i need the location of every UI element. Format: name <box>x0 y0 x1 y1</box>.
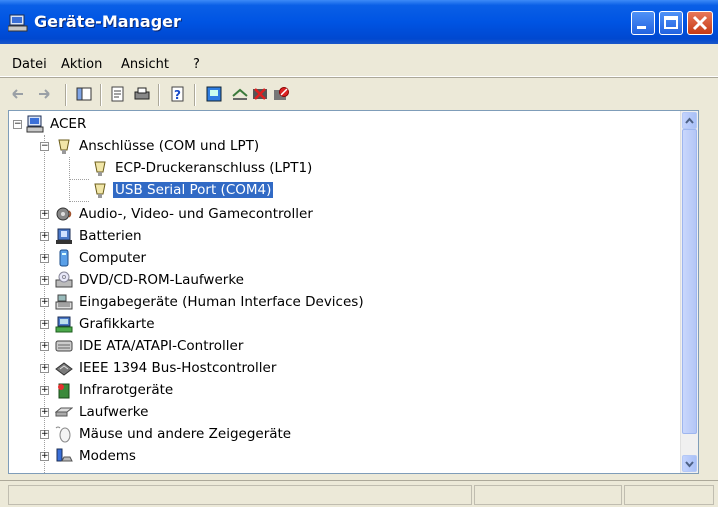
tree-item-label: Audio-, Video- und Gamecontroller <box>79 206 313 222</box>
expand-toggle[interactable]: + <box>40 209 49 219</box>
expand-toggle[interactable]: + <box>40 319 49 329</box>
menu-datei[interactable]: Datei <box>12 57 47 72</box>
vertical-scrollbar[interactable] <box>680 111 698 473</box>
scroll-down-button[interactable] <box>682 455 697 472</box>
forward-arrow-icon[interactable] <box>36 86 52 102</box>
scroll-thumb[interactable] <box>682 129 697 434</box>
tree-root-label: ACER <box>50 116 87 132</box>
tree-item-batterien[interactable]: + Batterien <box>40 225 144 247</box>
maximize-icon <box>664 16 678 29</box>
tree-item-label: Grafikkarte <box>79 316 155 332</box>
status-bar <box>0 480 718 507</box>
expand-toggle[interactable]: + <box>40 341 49 351</box>
scroll-up-button[interactable] <box>682 112 697 129</box>
audio-icon <box>56 207 72 221</box>
close-button[interactable] <box>687 11 713 35</box>
tree-item-label: DVD/CD-ROM-Laufwerke <box>79 272 244 288</box>
menu-help[interactable]: ? <box>193 57 200 72</box>
tree-item-maeuse[interactable]: + Mäuse und andere Zeigegeräte <box>40 423 293 445</box>
device-tree[interactable]: − ACER − Anschlüsse (COM und LPT) ECP-Dr… <box>8 110 699 474</box>
properties-icon[interactable] <box>110 86 126 102</box>
tree-item-label: USB Serial Port (COM4) <box>111 181 275 199</box>
tree-item-label: ECP-Druckeranschluss (LPT1) <box>115 160 313 176</box>
expand-toggle[interactable]: + <box>40 363 49 373</box>
tree-item-label: IEEE 1394 Bus-Hostcontroller <box>79 360 277 376</box>
tree-item-anschluesse[interactable]: − Anschlüsse (COM und LPT) <box>40 135 261 157</box>
disk-drive-icon <box>55 407 73 417</box>
close-icon <box>692 15 708 31</box>
scan-hardware-icon[interactable] <box>206 86 222 102</box>
status-pane-main <box>8 485 472 505</box>
tree-item-eingabegeraete[interactable]: + Eingabegeräte (Human Interface Devices… <box>40 291 366 313</box>
tree-item-infrarotgeraete[interactable]: + Infrarotgeräte <box>40 379 175 401</box>
expand-toggle[interactable]: + <box>40 385 49 395</box>
port-icon <box>58 139 70 154</box>
tree-item-label: Mäuse und andere Zeigegeräte <box>79 426 292 442</box>
maximize-button[interactable] <box>659 11 683 35</box>
expand-toggle[interactable]: + <box>40 275 49 285</box>
modem-icon <box>56 448 73 462</box>
minimize-button[interactable] <box>631 11 655 35</box>
infrared-icon <box>58 383 70 399</box>
back-arrow-icon[interactable] <box>10 86 26 102</box>
tree-item-audio[interactable]: + Audio-, Video- und Gamecontroller <box>40 203 315 225</box>
tree-item-label: Anschlüsse (COM und LPT) <box>79 138 260 154</box>
tree-item-ieee-1394[interactable]: + IEEE 1394 Bus-Hostcontroller <box>40 357 278 379</box>
tree-item-modems[interactable]: + Modems <box>40 445 138 467</box>
tree-item-computer[interactable]: + Computer <box>40 247 148 269</box>
tree-item-usb-serial-port[interactable]: USB Serial Port (COM4) <box>91 179 275 201</box>
chevron-up-icon <box>685 117 694 124</box>
tree-item-label: Infrarotgeräte <box>79 382 174 398</box>
display-adapter-icon <box>55 316 73 333</box>
console-tree-icon[interactable] <box>76 86 92 102</box>
menu-aktion[interactable]: Aktion <box>61 57 102 72</box>
expand-toggle[interactable]: + <box>40 253 49 263</box>
battery-icon <box>56 228 72 244</box>
tree-item-dvd-cd-rom[interactable]: + DVD/CD-ROM-Laufwerke <box>40 269 246 291</box>
computer-icon <box>26 115 44 133</box>
help-icon[interactable]: ? <box>170 86 186 102</box>
tree-item-label: Computer <box>79 250 147 266</box>
expand-toggle[interactable]: + <box>40 451 49 461</box>
status-pane-secondary <box>474 485 622 505</box>
tree-item-laufwerke[interactable]: + Laufwerke <box>40 401 150 423</box>
uninstall-icon[interactable] <box>252 86 268 102</box>
ide-controller-icon <box>55 340 73 352</box>
toolbar: ? <box>0 77 718 108</box>
tree-item-label: Batterien <box>79 228 142 244</box>
port-icon <box>94 183 106 198</box>
mouse-icon <box>55 426 71 443</box>
title-bar[interactable]: Geräte-Manager <box>0 0 718 44</box>
hid-icon <box>55 294 73 310</box>
minimize-icon <box>637 26 646 29</box>
computer-icon <box>59 249 69 267</box>
svg-text:?: ? <box>174 88 181 102</box>
disable-icon[interactable] <box>273 86 289 102</box>
menu-ansicht[interactable]: Ansicht <box>121 57 169 72</box>
device-manager-icon <box>8 14 28 32</box>
tree-item-label: Modems <box>79 448 136 464</box>
firewire-icon <box>55 362 73 376</box>
expand-toggle[interactable]: + <box>40 429 49 439</box>
menu-bar: Datei Aktion Ansicht ? <box>0 52 718 77</box>
tree-item-grafikkarte[interactable]: + Grafikkarte <box>40 313 157 335</box>
print-icon[interactable] <box>134 86 150 102</box>
expand-toggle[interactable]: + <box>40 297 49 307</box>
collapse-toggle[interactable]: − <box>40 141 49 151</box>
expand-toggle[interactable]: + <box>40 231 49 241</box>
port-icon <box>94 161 106 176</box>
collapse-toggle[interactable]: − <box>13 119 22 129</box>
tree-item-ecp-port[interactable]: ECP-Druckeranschluss (LPT1) <box>91 157 314 179</box>
expand-toggle[interactable]: + <box>40 407 49 417</box>
chevron-down-icon <box>685 461 694 468</box>
tree-item-ide-ata[interactable]: + IDE ATA/ATAPI-Controller <box>40 335 245 357</box>
tree-root-acer[interactable]: − ACER <box>13 113 88 135</box>
tree-item-label: Eingabegeräte (Human Interface Devices) <box>79 294 364 310</box>
cd-drive-icon <box>55 271 73 288</box>
tree-item-label: IDE ATA/ATAPI-Controller <box>79 338 244 354</box>
status-pane-tertiary <box>624 485 714 505</box>
update-driver-icon[interactable] <box>232 86 248 102</box>
tree-item-label: Laufwerke <box>79 404 149 420</box>
window-title: Geräte-Manager <box>34 12 181 31</box>
